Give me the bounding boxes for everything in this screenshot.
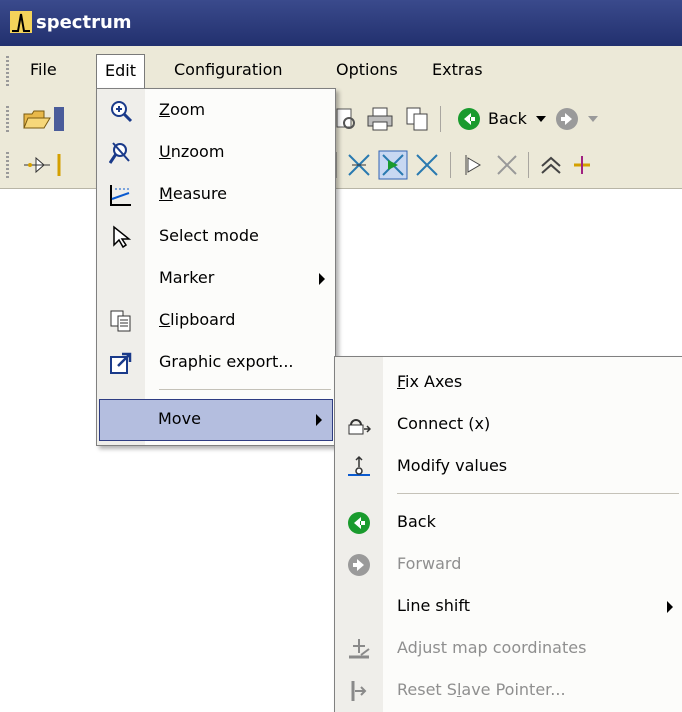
menu-item-select-mode[interactable]: Select mode (97, 217, 335, 257)
cursor-set-icon[interactable] (54, 154, 64, 176)
menu-item-fix-axes[interactable]: Fix Axes (335, 363, 682, 403)
menu-item-label: Forward (397, 554, 462, 573)
menu-item-label: Graphic export... (159, 352, 294, 371)
menu-item-graphic-export[interactable]: Graphic export... (97, 343, 335, 383)
menu-item-label: Move (158, 409, 201, 428)
menu-item-label: Modify values (397, 456, 508, 475)
export-icon (110, 352, 132, 374)
menu-item-adjust-map-coordinates[interactable]: Adjust map coordinates (335, 629, 682, 669)
peak-left-icon[interactable] (460, 152, 486, 178)
print-icon[interactable] (366, 106, 394, 132)
open-folder-icon[interactable] (22, 106, 52, 132)
chevron-down-icon[interactable] (536, 116, 546, 122)
menu-item-move[interactable]: Move (99, 399, 333, 441)
chevron-down-icon[interactable] (588, 116, 598, 122)
menubar-grip[interactable] (6, 56, 9, 86)
toolbar-separator (450, 152, 451, 178)
menu-extras[interactable]: Extras (424, 54, 491, 86)
cursor-left-icon[interactable] (22, 154, 52, 176)
toolbar-separator (440, 106, 441, 132)
zoom-mnemonic: Z (159, 100, 170, 119)
menu-file[interactable]: File (22, 54, 65, 86)
clipboard-icon (110, 310, 131, 332)
back-arrow-icon (348, 512, 370, 534)
unzoom-icon (109, 142, 130, 164)
menu-item-zoom[interactable]: Zoom (97, 91, 335, 131)
menu-item-label: nzoom (170, 142, 225, 161)
reset-pointer-icon (351, 681, 367, 701)
cross-marker-icon[interactable] (414, 152, 440, 178)
menu-item-measure[interactable]: Measure (97, 175, 335, 215)
menu-item-reset-slave-pointer[interactable]: Reset Slave Pointer... (335, 671, 682, 711)
menu-item-label: Select mode (159, 226, 259, 245)
move-submenu: Fix Axes Connect (x) Modify values Back … (334, 356, 682, 712)
menu-separator (159, 389, 331, 390)
menu-options[interactable]: Options (328, 54, 406, 86)
toolbar-grip[interactable] (6, 106, 9, 132)
menu-item-label: Reset S (397, 680, 457, 699)
peak-right-icon[interactable] (494, 152, 520, 178)
submenu-arrow-icon (667, 601, 673, 613)
clipboard-mnemonic: C (159, 310, 171, 329)
menu-item-clipboard[interactable]: Clipboard (97, 301, 335, 341)
menu-item-label: Line shift (397, 596, 470, 615)
forward-arrow-icon[interactable] (554, 106, 580, 132)
measure-mnemonic: M (159, 184, 173, 203)
menu-edit[interactable]: Edit (96, 54, 145, 89)
fix-axes-mnemonic: F (397, 372, 406, 391)
toolbar-separator (528, 152, 529, 178)
cursor-icon (113, 225, 132, 249)
double-chevron-up-icon[interactable] (538, 152, 564, 178)
adjust-map-icon (349, 639, 370, 659)
measure-icon (110, 185, 131, 206)
save-icon[interactable] (54, 107, 64, 131)
menu-separator (397, 493, 679, 494)
submenu-arrow-icon (316, 414, 322, 426)
menu-item-label: Connect (x) (397, 414, 491, 433)
unzoom-mnemonic: U (159, 142, 171, 161)
modify-values-icon (348, 455, 370, 476)
menu-item-label: easure (172, 184, 228, 203)
menu-item-label: oom (169, 100, 206, 119)
menu-item-label: ave Pointer... (461, 680, 566, 699)
menu-item-label: ix Axes (405, 372, 463, 391)
zoom-in-icon (111, 101, 133, 123)
cursor-color-icon[interactable] (570, 152, 594, 178)
cross-marker-icon[interactable] (346, 152, 372, 178)
menu-item-label: Adjust map coordinates (397, 638, 587, 657)
menu-configuration[interactable]: Configuration (166, 54, 291, 86)
menu-item-connect-x[interactable]: Connect (x) (335, 405, 682, 445)
menu-item-label: Marker (159, 268, 215, 287)
edit-menu: Zoom Unzoom Measure Select mode Marker C… (96, 88, 336, 446)
back-arrow-icon[interactable] (456, 106, 482, 132)
menu-item-line-shift[interactable]: Line shift (335, 587, 682, 627)
connect-icon (348, 419, 371, 435)
menu-item-unzoom[interactable]: Unzoom (97, 133, 335, 173)
cross-marker-active-icon[interactable] (378, 150, 408, 180)
submenu-arrow-icon (319, 273, 325, 285)
menu-item-modify-values[interactable]: Modify values (335, 447, 682, 487)
menu-item-marker[interactable]: Marker (97, 259, 335, 299)
toolbar-grip[interactable] (6, 152, 9, 178)
menu-item-forward[interactable]: Forward (335, 545, 682, 585)
forward-arrow-icon (348, 554, 370, 576)
spectrum-app-icon (10, 11, 32, 33)
copy-icon[interactable] (404, 106, 430, 132)
toolbar-separator (336, 152, 337, 178)
window-title: spectrum (36, 12, 132, 33)
menu-item-label: lipboard (170, 310, 236, 329)
back-button-label[interactable]: Back (488, 109, 527, 128)
menu-item-label: Back (397, 512, 436, 531)
menu-item-back[interactable]: Back (335, 503, 682, 543)
title-bar: spectrum (0, 0, 682, 46)
print-preview-icon[interactable] (334, 106, 358, 132)
